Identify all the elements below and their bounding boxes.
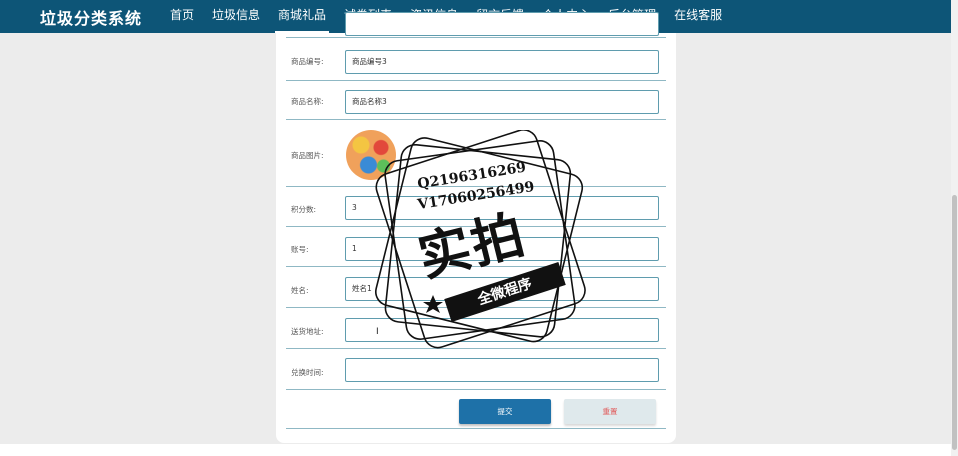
- address-field[interactable]: [345, 318, 659, 342]
- form-row-actions: [286, 389, 666, 429]
- product-code-label: 商品编号:: [291, 57, 324, 66]
- form-row-redeem-time: 兑换时间:: [286, 349, 666, 390]
- redeem-time-field[interactable]: [345, 358, 659, 382]
- nav-item-mall-gifts[interactable]: 商城礼品: [269, 0, 335, 33]
- redeem-time-label: 兑换时间:: [291, 368, 324, 377]
- product-code-field[interactable]: 商品编号3: [345, 50, 659, 74]
- form-row-product-code: 商品编号: 商品编号3: [286, 38, 666, 81]
- text-cursor-icon: I: [376, 327, 379, 337]
- points-label: 积分数:: [291, 205, 317, 214]
- form-row-name: 姓名: 姓名1: [286, 267, 666, 308]
- partial-field[interactable]: [345, 12, 659, 36]
- form-row-address: 送货地址:: [286, 308, 666, 349]
- nav-item-garbage-info[interactable]: 垃圾信息: [203, 0, 269, 33]
- page-bottom: [0, 444, 951, 456]
- points-field[interactable]: 3: [345, 196, 659, 220]
- redeem-form-panel: 商品编号: 商品编号3 商品名称: 商品名称3 商品图片: 积分数: 3 账号:…: [276, 12, 676, 443]
- product-name-field[interactable]: 商品名称3: [345, 90, 659, 114]
- form-row-account: 账号: 1: [286, 227, 666, 267]
- name-label: 姓名:: [291, 286, 309, 295]
- account-field[interactable]: 1: [345, 237, 659, 261]
- name-field[interactable]: 姓名1: [345, 277, 659, 301]
- form-row-product-image: 商品图片:: [286, 120, 666, 187]
- account-label: 账号:: [291, 245, 309, 254]
- form-row-points: 积分数: 3: [286, 187, 666, 227]
- nav-item-home[interactable]: 首页: [161, 0, 203, 33]
- nav-item-online-service[interactable]: 在线客服: [665, 0, 731, 33]
- product-image-thumbnail[interactable]: [346, 130, 396, 180]
- scrollbar-thumb[interactable]: [952, 195, 957, 450]
- site-brand[interactable]: 垃圾分类系统: [40, 5, 142, 29]
- form-row-product-name: 商品名称: 商品名称3: [286, 80, 666, 120]
- page-scrollbar[interactable]: [951, 0, 958, 456]
- address-label: 送货地址:: [291, 327, 324, 336]
- product-name-label: 商品名称:: [291, 97, 324, 106]
- product-image-label: 商品图片:: [291, 151, 324, 160]
